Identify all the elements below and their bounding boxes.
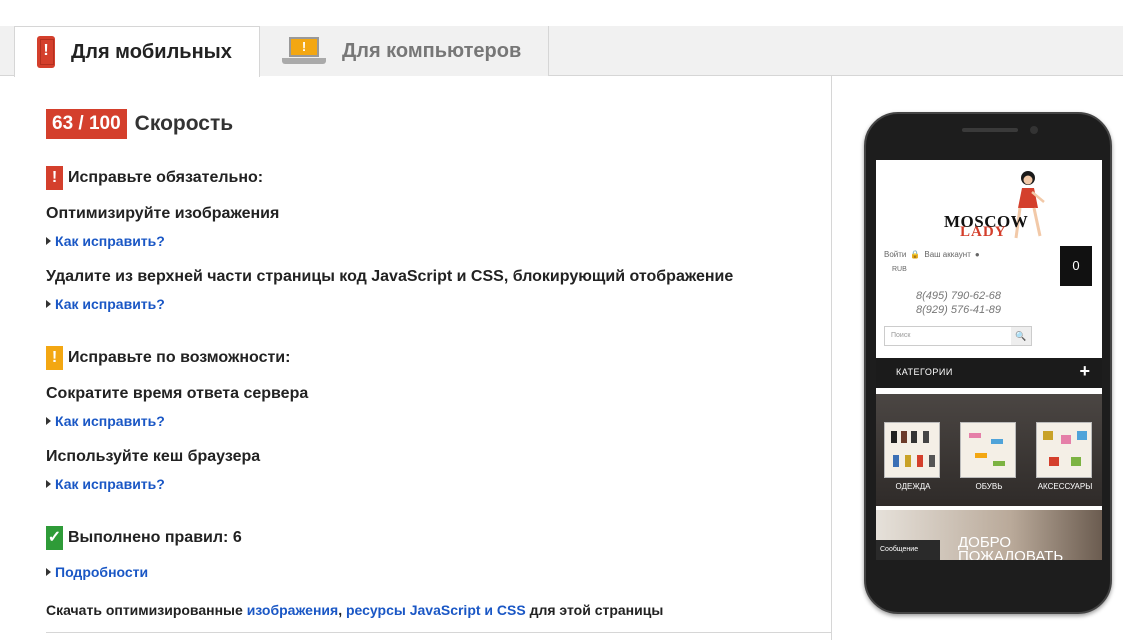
mobile-phone-icon: !	[37, 36, 55, 68]
consider-fix-heading: ! Исправьте по возможности:	[46, 346, 290, 370]
rule-title: Удалите из верхней части страницы код Ja…	[46, 268, 734, 285]
rule-title: Оптимизируйте изображения	[46, 205, 280, 222]
rule-title: Используйте кеш браузера	[46, 448, 261, 465]
clothes-image	[884, 422, 940, 478]
phone-screen: MOSCOW LADY Войти 🔒 Ваш аккаунт ● RUB 0 8(4…	[876, 160, 1102, 560]
score-row: 63 / 100 Скорость	[46, 109, 233, 139]
expand-triangle-icon	[46, 417, 51, 425]
chat-widget: Сообщение	[876, 540, 940, 560]
details-link[interactable]: Подробности	[46, 564, 148, 580]
checkmark-icon: ✓	[46, 526, 63, 550]
welcome-text: ДОБРО ПОЖАЛОВАТЬ	[958, 534, 1064, 560]
download-images-link[interactable]: изображения	[247, 602, 339, 618]
how-to-fix-link[interactable]: Как исправить?	[46, 296, 165, 312]
contact-phone: 8(495) 790-62-68	[916, 290, 1002, 302]
phone-speaker	[962, 128, 1018, 132]
phone-camera	[1030, 126, 1038, 134]
warning-icon: !	[46, 346, 63, 370]
divider	[46, 632, 832, 633]
must-fix-heading: ! Исправьте обязательно:	[46, 166, 263, 190]
category-banner: ОДЕЖДА ОБУВЬ АКСЕССУАРЫ	[876, 394, 1102, 506]
tab-mobile-label: Для мобильных	[71, 40, 232, 63]
how-to-fix-link[interactable]: Как исправить?	[46, 476, 165, 492]
tab-bar: ! Для мобильных ! Для компьютеров	[0, 0, 1123, 77]
site-logo: MOSCOW LADY	[876, 160, 1102, 246]
accessories-image	[1036, 422, 1092, 478]
categories-bar: КАТЕГОРИИ +	[876, 358, 1102, 388]
tab-desktop[interactable]: ! Для компьютеров	[260, 26, 549, 76]
search-icon: 🔍	[1011, 327, 1031, 345]
tab-mobile[interactable]: ! Для мобильных	[14, 26, 260, 77]
cart-bag-icon: 0	[1060, 246, 1092, 286]
expand-triangle-icon	[46, 300, 51, 308]
plus-icon: +	[1079, 361, 1090, 381]
score-label: Скорость	[134, 112, 234, 135]
contact-phone: 8(929) 576-41-89	[916, 304, 1002, 316]
download-resources-link[interactable]: ресурсы JavaScript и CSS	[346, 602, 526, 618]
currency-select: RUB	[892, 266, 907, 273]
shoes-image	[960, 422, 1016, 478]
phone-preview: MOSCOW LADY Войти 🔒 Ваш аккаунт ● RUB 0 8(4…	[864, 112, 1112, 614]
account-links: Войти 🔒 Ваш аккаунт ●	[884, 250, 980, 259]
laptop-icon: !	[282, 37, 326, 65]
site-search: Поиск 🔍	[884, 326, 1032, 346]
how-to-fix-link[interactable]: Как исправить?	[46, 413, 165, 429]
score-badge: 63 / 100	[46, 109, 127, 139]
tab-desktop-label: Для компьютеров	[342, 39, 522, 62]
expand-triangle-icon	[46, 237, 51, 245]
rule-title: Сократите время ответа сервера	[46, 385, 309, 402]
report-panel: 63 / 100 Скорость ! Исправьте обязательн…	[0, 76, 832, 640]
how-to-fix-link[interactable]: Как исправить?	[46, 233, 165, 249]
expand-triangle-icon	[46, 568, 51, 576]
passed-rules-heading: ✓ Выполнено правил: 6	[46, 526, 242, 550]
expand-triangle-icon	[46, 480, 51, 488]
download-optimized: Скачать оптимизированные изображения, ре…	[46, 602, 664, 618]
error-icon: !	[46, 166, 63, 190]
